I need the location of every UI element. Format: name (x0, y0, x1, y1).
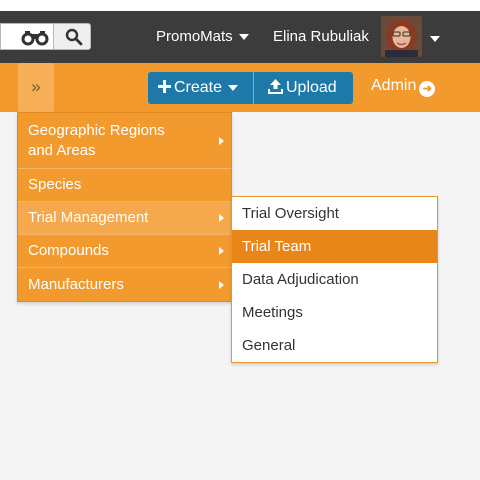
create-button-label: Create (174, 79, 223, 96)
search-input[interactable] (0, 23, 53, 50)
top-stripe (0, 0, 480, 11)
menu-item-compounds[interactable]: Compounds (18, 235, 231, 268)
upload-icon (268, 79, 283, 94)
menu-item-species[interactable]: Species (18, 169, 231, 202)
user-menu-chevron-down-icon[interactable] (430, 36, 440, 42)
submenu-item-data-adjudication[interactable]: Data Adjudication (232, 263, 437, 296)
search-button[interactable] (53, 23, 91, 50)
menu-item-label: Manufacturers (28, 275, 124, 293)
menu-item-manufacturers[interactable]: Manufacturers (18, 268, 231, 301)
menu-item-label: Species (28, 176, 82, 193)
nav-bar: » Create Upload Admin ➜ (0, 63, 480, 112)
user-name[interactable]: Elina Rubuliak (273, 28, 369, 45)
upload-button[interactable]: Upload (254, 72, 353, 104)
create-button[interactable]: Create (148, 72, 253, 104)
upload-button-label: Upload (286, 79, 337, 96)
submenu-item-meetings[interactable]: Meetings (232, 296, 437, 329)
menu-item-label: Compounds (28, 242, 109, 259)
submenu-item-trial-team[interactable]: Trial Team (232, 230, 437, 263)
chevron-down-icon (238, 34, 249, 41)
submenu-item-trial-oversight[interactable]: Trial Oversight (232, 197, 437, 230)
chevron-right-icon (219, 214, 224, 222)
trial-management-submenu: Trial Oversight Trial Team Data Adjudica… (231, 196, 438, 363)
magnifier-icon (65, 28, 83, 46)
admin-label: Admin (371, 77, 417, 94)
app-menu[interactable]: PromoMats (156, 28, 249, 45)
menu-item-label: Trial Management (28, 209, 149, 226)
chevron-right-icon (219, 247, 224, 255)
avatar[interactable] (381, 16, 422, 57)
chevron-down-icon (228, 84, 239, 91)
chevron-right-icon (219, 280, 224, 289)
top-bar: PromoMats Elina Rubuliak (0, 11, 480, 63)
submenu-item-general[interactable]: General (232, 329, 437, 362)
chevron-right-icon (219, 136, 224, 145)
plus-icon (158, 80, 171, 93)
binoculars-icon (21, 31, 49, 46)
nav-toggle-button[interactable]: » (18, 63, 54, 112)
menu-item-trial-management[interactable]: Trial Management (18, 202, 231, 235)
menu-item-geographic-regions[interactable]: Geographic Regions and Areas (18, 113, 231, 169)
arrow-right-circle-icon: ➜ (419, 81, 436, 97)
admin-link[interactable]: Admin ➜ (371, 77, 436, 97)
menu-item-label: Geographic Regions and Areas (28, 121, 165, 159)
app-name: PromoMats (156, 28, 233, 45)
dropdown-menu: Geographic Regions and Areas Species Tri… (17, 112, 232, 302)
